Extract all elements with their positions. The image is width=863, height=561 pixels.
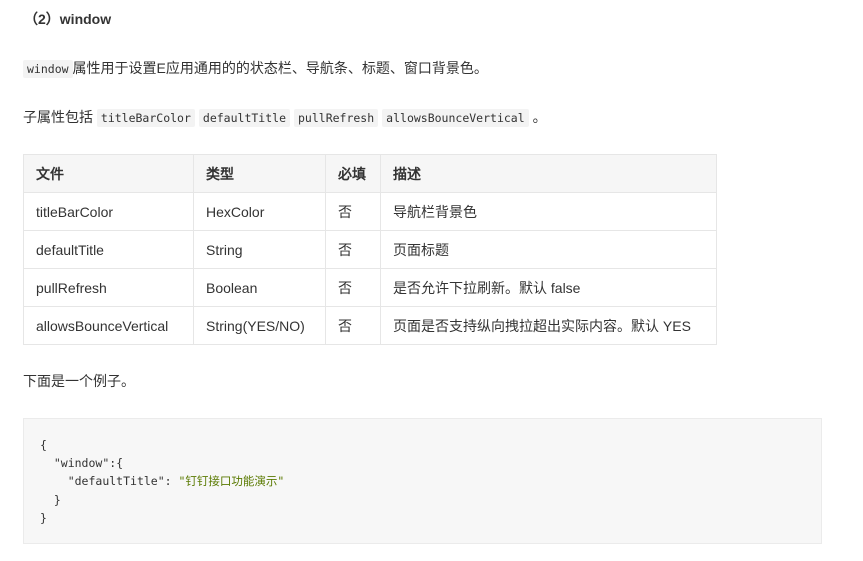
table-cell: String	[193, 230, 326, 269]
inline-code-subprop: pullRefresh	[294, 109, 379, 127]
inline-code-subprop: titleBarColor	[96, 109, 195, 127]
code-line: }	[53, 492, 61, 507]
attributes-table: 文件 类型 必填 描述 titleBarColor HexColor 否 导航栏…	[23, 154, 717, 345]
table-cell: 页面是否支持纵向拽拉超出实际内容。默认 YES	[380, 306, 717, 345]
subprops-prefix: 子属性包括	[23, 109, 93, 125]
code-content: { "window":{ "defaultTitle": "钉钉接口功能演示" …	[24, 419, 821, 527]
table-cell: String(YES/NO)	[193, 306, 326, 345]
inline-code-subprop: allowsBounceVertical	[382, 109, 529, 127]
subprops-paragraph: 子属性包括 titleBarColor defaultTitle pullRefre…	[23, 107, 547, 128]
table-cell: 否	[325, 268, 381, 307]
inline-code-window: window	[23, 60, 73, 78]
inline-code-subprop: defaultTitle	[198, 109, 290, 127]
table-cell: defaultTitle	[23, 230, 194, 269]
code-key: "window"	[53, 456, 110, 471]
table-cell: 否	[325, 192, 381, 231]
subprops-suffix: 。	[532, 109, 547, 125]
table-cell: HexColor	[193, 192, 326, 231]
code-string: "钉钉接口功能演示"	[178, 474, 285, 489]
table-header-cell: 类型	[193, 154, 326, 193]
table-cell: 页面标题	[380, 230, 717, 269]
table-cell: Boolean	[193, 268, 326, 307]
table-header-cell: 文件	[23, 154, 194, 193]
code-punct: :	[164, 474, 179, 489]
table-row: titleBarColor HexColor 否 导航栏背景色	[23, 192, 717, 231]
example-intro: 下面是一个例子。	[23, 373, 135, 389]
code-line: {	[40, 438, 47, 452]
intro-text: 属性用于设置E应用通用的的状态栏、导航条、标题、窗口背景色。	[72, 60, 488, 76]
table-cell: pullRefresh	[23, 268, 194, 307]
table-cell: 导航栏背景色	[380, 192, 717, 231]
code-line: }	[40, 510, 47, 525]
table-header-cell: 必填	[325, 154, 381, 193]
code-punct: :{	[109, 456, 124, 471]
intro-paragraph: window 属性用于设置E应用通用的的状态栏、导航条、标题、窗口背景色。	[23, 58, 488, 79]
code-key: "defaultTitle"	[67, 474, 165, 489]
code-block: { "window":{ "defaultTitle": "钉钉接口功能演示" …	[23, 418, 822, 544]
table-row: allowsBounceVertical String(YES/NO) 否 页面…	[23, 306, 717, 345]
table-cell: 是否允许下拉刷新。默认 false	[380, 268, 717, 307]
table-row: defaultTitle String 否 页面标题	[23, 230, 717, 269]
table-row: pullRefresh Boolean 否 是否允许下拉刷新。默认 false	[23, 268, 717, 307]
section-heading: （2）window	[24, 11, 112, 27]
table-cell: titleBarColor	[23, 192, 194, 231]
table-header-row: 文件 类型 必填 描述	[23, 154, 717, 193]
table-cell: 否	[325, 306, 381, 345]
table-header-cell: 描述	[380, 154, 717, 193]
table-cell: 否	[325, 230, 381, 269]
table-cell: allowsBounceVertical	[23, 306, 194, 345]
